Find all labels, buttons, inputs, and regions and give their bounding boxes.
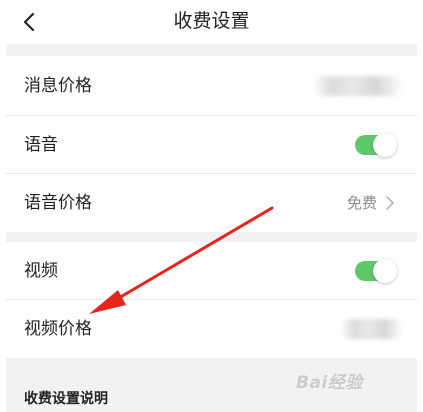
chevron-right-icon [386,196,394,210]
toggle-knob [373,133,397,157]
section-gap [6,232,417,242]
voice-row: 语音 [6,116,417,174]
voice-price-value: 免费 [346,194,377,212]
video-price-row[interactable]: 视频价格 [6,300,417,358]
page-title: 收费设置 [173,10,250,32]
top-bar: 收费设置 [0,0,423,44]
voice-price-row[interactable]: 语音价格 免费 [6,174,417,232]
toggle-knob [373,259,397,283]
video-price-label: 视频价格 [24,319,92,339]
message-price-row[interactable]: 消息价格 [6,57,417,115]
video-label: 视频 [24,261,58,281]
video-toggle[interactable] [355,259,397,283]
voice-toggle[interactable] [355,133,397,157]
voice-label: 语音 [24,135,58,155]
fee-settings-explanation-title: 收费设置说明 [24,391,108,407]
section-gap [6,44,417,56]
watermark-logo: Bai经验 [296,373,363,393]
video-price-value-blurred [341,319,403,339]
voice-price-label: 语音价格 [24,193,92,213]
message-price-value-blurred [313,76,403,96]
video-row: 视频 [6,242,417,300]
message-price-label: 消息价格 [24,76,92,96]
